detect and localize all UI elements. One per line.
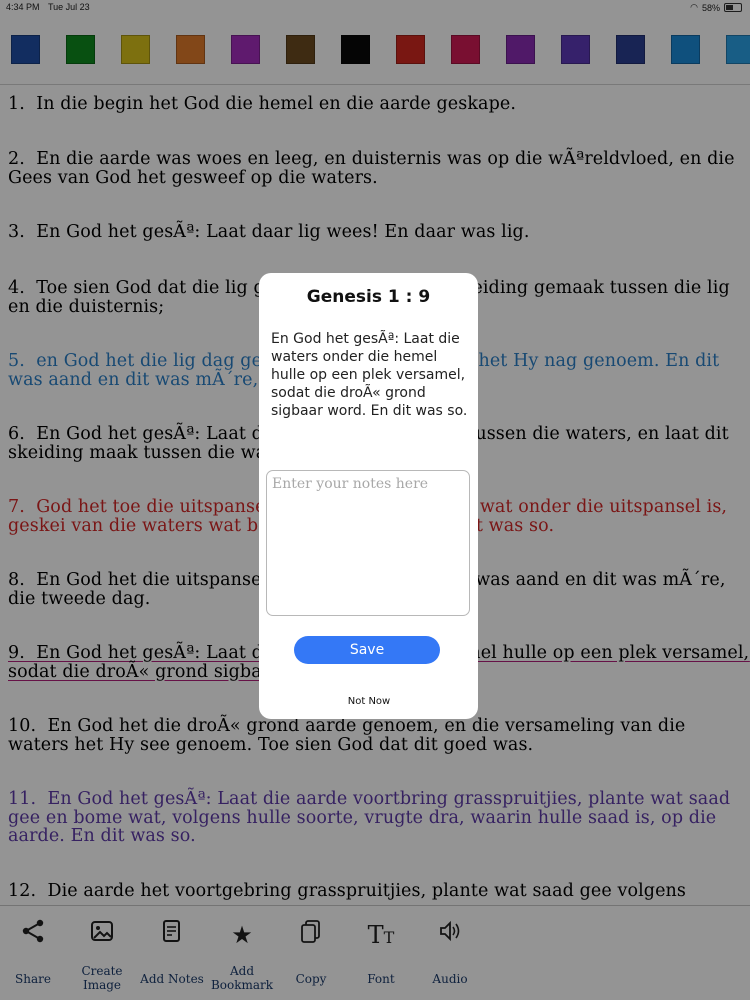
save-button[interactable]: Save [294,636,440,664]
not-now-button[interactable]: Not Now [319,693,419,709]
dialog-verse-text: En God het gesÃª: Laat die waters onder … [271,331,468,419]
notes-input[interactable] [266,470,470,616]
add-note-dialog: Genesis 1 : 9 En God het gesÃª: Laat die… [259,273,478,719]
dialog-title: Genesis 1 : 9 [306,287,431,307]
